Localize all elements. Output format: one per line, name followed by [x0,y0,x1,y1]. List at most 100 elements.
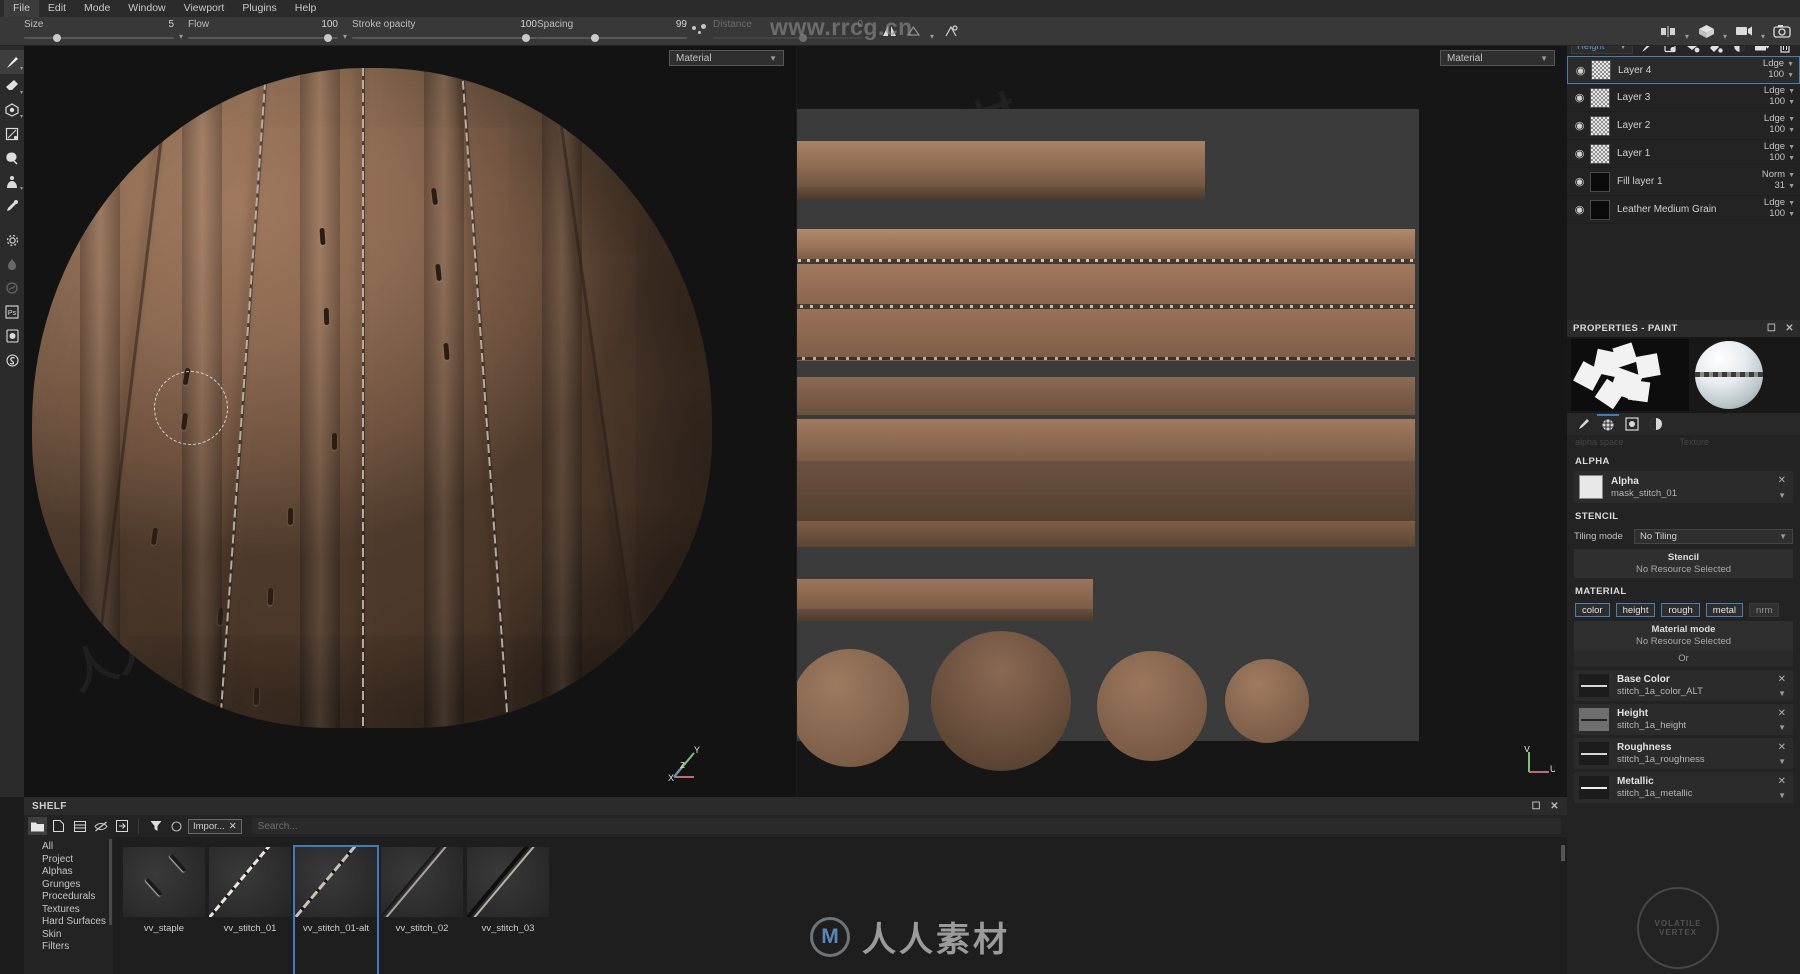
shelf-category-project[interactable]: Project [24,854,113,867]
substance-icon[interactable] [0,348,24,372]
chevron-down-icon[interactable]: ▼ [1778,689,1786,698]
eyedropper-tool-icon[interactable] [0,194,24,218]
camera-caret-icon[interactable]: ▾ [1756,17,1770,46]
clone-tool-icon[interactable]: ▾ [0,170,24,194]
channel-chip-rough[interactable]: rough [1661,603,1700,617]
menu-help[interactable]: Help [286,0,326,17]
screenshot-camera-icon[interactable] [1770,17,1794,46]
leather-ball-model[interactable] [32,68,712,728]
eraser-tool-icon[interactable]: ▾ [0,74,24,98]
chevron-down-icon[interactable]: ▼ [1778,757,1786,766]
chevron-down-icon[interactable]: ▼ [1778,491,1786,500]
split-view-icon[interactable] [1656,17,1680,46]
menu-mode[interactable]: Mode [75,0,119,17]
size-slider[interactable]: Size 5 [24,17,174,46]
hide-icon[interactable] [91,817,110,835]
material-tab-icon[interactable] [1645,414,1667,434]
shelf-category-skin[interactable]: Skin [24,929,113,942]
shelf-maximize-icon[interactable]: ☐ [1532,801,1541,812]
chevron-down-icon[interactable]: ▼ [1778,791,1786,800]
projection-tool-icon[interactable]: ▾ [0,98,24,122]
layer-opacity[interactable]: 100 [1769,208,1785,219]
layer-opacity[interactable]: 100 [1769,96,1785,107]
roughness-clear-icon[interactable]: ✕ [1778,742,1786,753]
close-icon[interactable]: ✕ [229,821,237,832]
iray-render-icon[interactable] [0,324,24,348]
shelf-close-icon[interactable]: ✕ [1550,801,1559,812]
alpha-clear-icon[interactable]: ✕ [1778,475,1786,486]
layer-thumbnail[interactable] [1590,143,1610,164]
shelf-category-filters[interactable]: Filters [24,941,113,954]
chevron-down-icon[interactable]: ▼ [1778,723,1786,732]
alpha-swatch[interactable] [1579,475,1603,499]
shelf-item-vv-stitch-01-alt[interactable]: vv_stitch_01-alt [293,845,379,974]
polygon-fill-tool-icon[interactable] [0,122,24,146]
filter-icon[interactable] [146,817,165,835]
flow-options-caret-icon[interactable]: ▾ [338,17,352,46]
layer-row-layer-4[interactable]: ◉ Layer 4 Ldge ▼ 100 ▼ [1567,56,1800,84]
layer-row-leather-medium-grain[interactable]: ◉ Leather Medium Grain Ldge ▼ 100 ▼ [1567,196,1800,224]
category-scrollbar[interactable] [109,839,112,925]
layer-blend-mode[interactable]: Ldge [1764,85,1785,96]
alpha-resource-row[interactable]: Alpha mask_stitch_01 ✕ ▼ [1574,471,1793,503]
video-camera-icon[interactable] [1732,17,1756,46]
layer-row-layer-3[interactable]: ◉ Layer 3 Ldge ▼ 100 ▼ [1567,84,1800,112]
layer-opacity[interactable]: 100 [1768,69,1784,80]
mirror-icon[interactable] [939,17,963,46]
material-mode-dropzone[interactable]: Material mode No Resource Selected [1574,621,1793,650]
shelf-category-hard-surfaces[interactable]: Hard Surfaces [24,916,113,929]
properties-float-icon[interactable]: ☐ [1767,323,1776,334]
layer-blend-mode[interactable]: Ldge [1764,113,1785,124]
layer-thumbnail[interactable] [1591,60,1611,80]
viewport-2d[interactable]: 人人素材 人人素材 人人素材 Material [797,46,1567,797]
material-resource-height[interactable]: Height stitch_1a_height ✕ ▼ [1574,704,1793,735]
material-resource-metallic[interactable]: Metallic stitch_1a_metallic ✕ ▼ [1574,772,1793,803]
shelf-item-vv-stitch-02[interactable]: vv_stitch_02 [381,847,463,974]
layer-visibility-icon[interactable]: ◉ [1573,175,1586,188]
stroke-opacity-slider[interactable]: Stroke opacity 100 [352,17,537,46]
viewport2d-material-select[interactable]: Material ▼ [1440,50,1555,66]
list-icon[interactable] [70,817,89,835]
symmetry-caret-icon[interactable]: ▾ [925,17,939,46]
shelf-category-textures[interactable]: Textures [24,904,113,917]
shelf-search-input[interactable]: Search... [251,818,1561,834]
layer-opacity[interactable]: 31 [1774,180,1785,191]
size-options-caret-icon[interactable]: ▾ [174,17,188,46]
layer-blend-mode[interactable]: Norm [1762,169,1785,180]
shelf-item-vv-staple[interactable]: vv_staple [123,847,205,974]
layer-visibility-icon[interactable]: ◉ [1573,119,1586,132]
cube-caret-icon[interactable]: ▾ [1718,17,1732,46]
flow-slider[interactable]: Flow 100 [188,17,338,46]
brush-tab-icon[interactable] [1573,414,1595,434]
stencil-dropzone[interactable]: Stencil No Resource Selected [1574,549,1793,578]
paint-brush-tool-icon[interactable]: ▾ [0,50,24,74]
layer-thumbnail[interactable] [1590,115,1610,136]
spacing-slider[interactable]: Spacing 99 [537,17,687,46]
metallic-clear-icon[interactable]: ✕ [1778,776,1786,787]
menu-plugins[interactable]: Plugins [233,0,285,17]
cube-3d-icon[interactable] [1694,17,1718,46]
shelf-category-alphas[interactable]: Alphas [24,866,113,879]
layer-blend-mode[interactable]: Ldge [1763,58,1784,69]
height-clear-icon[interactable]: ✕ [1778,708,1786,719]
symmetry-plane-icon[interactable] [901,17,925,46]
menu-window[interactable]: Window [119,0,174,17]
layer-thumbnail[interactable] [1590,199,1610,220]
grid-scrollbar[interactable] [1561,845,1565,861]
stencil-tab-icon[interactable] [1621,414,1643,434]
split-view-caret-icon[interactable]: ▾ [1680,17,1694,46]
channel-chip-height[interactable]: height [1615,603,1656,617]
channel-chip-metal[interactable]: metal [1705,603,1744,617]
layer-row-fill-layer-1[interactable]: ◉ Fill layer 1 Norm ▼ 31 ▼ [1567,168,1800,196]
shelf-category-grunges[interactable]: Grunges [24,879,113,892]
material-resource-base-color[interactable]: Base Color stitch_1a_color_ALT ✕ ▼ [1574,670,1793,701]
layer-opacity[interactable]: 100 [1769,152,1785,163]
material-resource-roughness[interactable]: Roughness stitch_1a_roughness ✕ ▼ [1574,738,1793,769]
layer-thumbnail[interactable] [1590,171,1610,192]
shelf-item-vv-stitch-03[interactable]: vv_stitch_03 [467,847,549,974]
menu-file[interactable]: File [4,0,39,17]
channel-chip-color[interactable]: color [1575,603,1610,617]
layer-blend-mode[interactable]: Ldge [1764,197,1785,208]
new-file-icon[interactable] [49,817,68,835]
channel-chip-nrm[interactable]: nrm [1749,603,1780,617]
